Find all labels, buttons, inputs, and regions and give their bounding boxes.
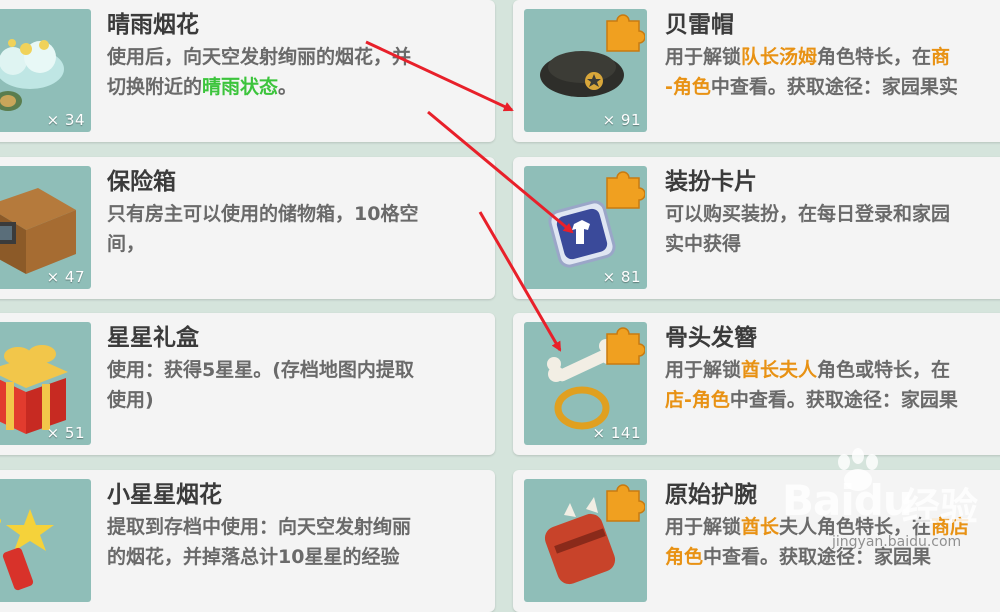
baidu-jingyan-watermark: Baidu 经验 jingyan.baidu.com [742, 448, 992, 553]
watermark-url: jingyan.baidu.com [832, 534, 962, 550]
arrow-to-bone-hairpin [478, 211, 562, 352]
arrow-to-beret [365, 40, 514, 112]
watermark-brand: Baidu [782, 476, 913, 525]
arrow-to-outfit-card [427, 110, 574, 234]
watermark-cn: 经验 [902, 485, 979, 529]
